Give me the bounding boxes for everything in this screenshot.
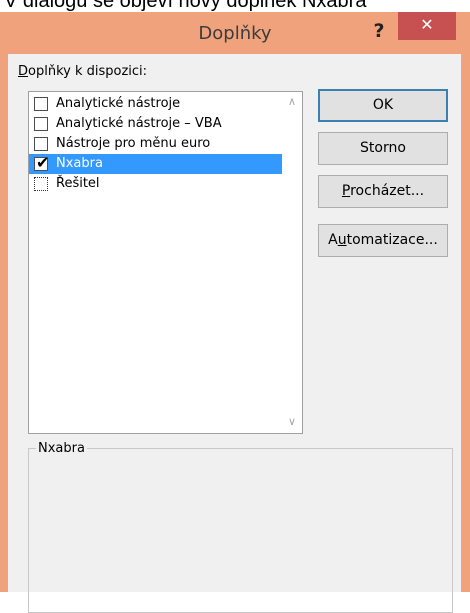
automation-label-rest: tomatizace...: [346, 232, 438, 248]
scroll-down-icon[interactable]: ∨: [282, 412, 302, 432]
close-icon: ✕: [420, 15, 434, 34]
list-item-label: Analytické nástroje: [56, 96, 181, 111]
automation-label-start: A: [328, 232, 338, 248]
description-groupbox: [28, 448, 453, 613]
available-addins-label-rest: oplňky k dispozici:: [28, 64, 148, 79]
description-title: Nxabra: [36, 441, 87, 456]
ok-button[interactable]: OK: [318, 89, 448, 122]
vertical-scrollbar[interactable]: ∧ ∨: [282, 92, 302, 433]
list-item[interactable]: Řešitel: [29, 174, 284, 194]
help-button[interactable]: ?: [366, 18, 392, 44]
list-item[interactable]: Nástroje pro měnu euro: [29, 134, 284, 154]
list-item-label: Analytické nástroje – VBA: [56, 116, 222, 131]
cancel-button[interactable]: Storno: [318, 132, 448, 165]
browse-label-rest: rocházet...: [350, 183, 425, 199]
checkbox-checked[interactable]: ✔: [34, 153, 50, 172]
browse-button[interactable]: Procházet...: [318, 175, 448, 208]
checkbox[interactable]: [34, 117, 48, 131]
list-item-selected[interactable]: ✔ Nxabra: [29, 154, 284, 174]
checkbox[interactable]: [34, 97, 48, 111]
addins-listbox[interactable]: Analytické nástroje Analytické nástroje …: [28, 91, 303, 434]
automation-button[interactable]: Automatizace...: [318, 224, 448, 257]
available-addins-label: Doplňky k dispozici:: [18, 64, 147, 79]
list-item-label: Nástroje pro měnu euro: [56, 136, 211, 151]
scroll-up-icon[interactable]: ∧: [282, 92, 302, 112]
automation-accesskey: u: [337, 232, 347, 248]
available-addins-label-accesskey: D: [18, 64, 29, 79]
checkbox[interactable]: [34, 137, 48, 151]
browse-accesskey: P: [341, 183, 351, 199]
close-button[interactable]: ✕: [398, 12, 456, 40]
list-item-label: Nxabra: [56, 156, 103, 171]
checkmark-icon: ✔: [36, 153, 50, 172]
addins-dialog: Doplňky ? ✕ Doplňky k dispozici: Analyti…: [0, 12, 470, 613]
title-bar: Doplňky ? ✕: [0, 12, 470, 54]
list-item-label: Řešitel: [56, 176, 100, 191]
list-item[interactable]: Analytické nástroje: [29, 94, 284, 114]
caption-text: V dialogu se objeví nový doplněk Nxabra: [4, 0, 367, 12]
checkbox[interactable]: [34, 177, 48, 191]
list-item[interactable]: Analytické nástroje – VBA: [29, 114, 284, 134]
